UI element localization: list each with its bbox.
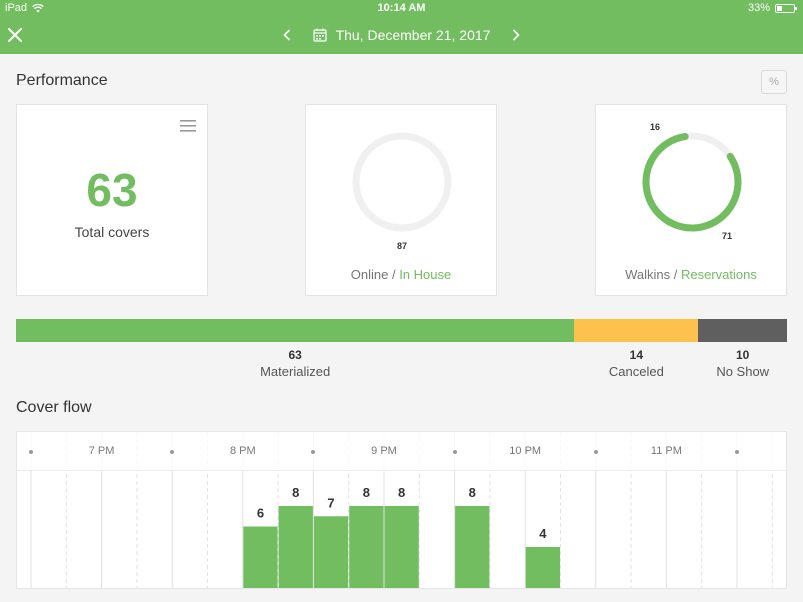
online-label: Online — [350, 267, 389, 282]
cover-bar-label: 7 — [327, 495, 334, 510]
materialized-label: Materialized — [260, 364, 331, 379]
hour-label: 8 PM — [221, 445, 264, 457]
materialized-segment — [16, 319, 575, 342]
cover-flow-chart: 7 PM 8 PM 9 PM 10 PM 11 PM 6 8 7 8 8 8 4 — [16, 431, 787, 589]
total-covers-value: 63 — [86, 164, 138, 216]
performance-title: Performance — [16, 72, 108, 89]
time-axis: 7 PM 8 PM 9 PM 10 PM 11 PM — [17, 432, 786, 471]
cover-bar[interactable] — [349, 506, 384, 588]
axis-dot — [29, 450, 33, 454]
menu-icon[interactable] — [180, 119, 196, 133]
app-header: iPad 10:14 AM 33% Thu, December 21, 2017 — [0, 0, 803, 54]
hour-label: 9 PM — [363, 445, 405, 457]
inhouse-value: 87 — [396, 241, 407, 251]
cover-bar[interactable] — [243, 526, 278, 589]
walkins-value: 16 — [650, 122, 661, 132]
battery-percent: 33% — [747, 2, 770, 14]
axis-dot — [311, 450, 316, 454]
no-show-count: 10 — [736, 348, 750, 362]
axis-dot — [452, 450, 457, 454]
no-show-segment — [698, 319, 787, 342]
online-inhouse-card: 87 Online / In House — [305, 104, 497, 296]
axis-dot — [593, 450, 598, 454]
total-covers-card: 63 Total covers — [16, 104, 208, 296]
cover-bar-label: 8 — [363, 485, 370, 500]
date-navigator: Thu, December 21, 2017 — [0, 24, 803, 46]
cover-bar-label: 6 — [257, 506, 264, 521]
reservations-value: 71 — [722, 231, 733, 241]
chevron-left-icon — [282, 29, 290, 41]
current-date: Thu, December 21, 2017 — [335, 27, 491, 43]
date-picker[interactable]: Thu, December 21, 2017 — [312, 27, 491, 43]
hour-label: 10 PM — [501, 445, 550, 457]
cover-bar[interactable] — [525, 547, 560, 588]
walkins-reservations-legend: Walkins / Reservations — [596, 267, 786, 282]
cover-bar[interactable] — [313, 516, 349, 588]
cover-flow-title: Cover flow — [16, 399, 92, 416]
no-show-label: No Show — [716, 364, 770, 379]
hour-label: 7 PM — [80, 445, 123, 457]
cover-bar[interactable] — [455, 506, 490, 588]
hour-label: 11 PM — [642, 445, 690, 457]
cover-bar-label: 8 — [469, 485, 476, 500]
calendar-icon — [312, 28, 327, 42]
cover-bar-label: 8 — [292, 485, 299, 500]
materialized-stat: 63 Materialized — [260, 348, 330, 379]
inhouse-label: In House — [399, 267, 452, 282]
cover-bar[interactable] — [278, 506, 313, 588]
walkins-reservations-card: 16 71 Walkins / Reservations — [595, 104, 787, 296]
canceled-count: 14 — [629, 348, 644, 362]
device-status-bar: iPad 10:14 AM 33% — [0, 0, 803, 16]
legend-separator: / — [670, 267, 681, 282]
walkins-label: Walkins — [625, 267, 671, 282]
battery-icon — [775, 3, 797, 13]
axis-dot — [735, 450, 739, 454]
online-inhouse-legend: Online / In House — [306, 267, 496, 282]
cover-bar-label: 4 — [539, 526, 547, 541]
status-time: 10:14 AM — [377, 2, 426, 14]
legend-separator: / — [388, 267, 400, 282]
chevron-right-icon — [513, 29, 521, 41]
percent-toggle-button[interactable]: % — [761, 70, 787, 94]
canceled-segment — [574, 319, 699, 342]
axis-dot — [170, 450, 175, 454]
total-covers-label: Total covers — [74, 224, 150, 240]
next-day-button[interactable] — [504, 24, 528, 46]
cover-bar-label: 8 — [398, 485, 405, 500]
previous-day-button[interactable] — [275, 24, 299, 46]
status-breakdown-bar — [16, 319, 787, 342]
no-show-stat: 10 No Show — [716, 348, 769, 379]
cover-bar[interactable] — [384, 506, 419, 588]
materialized-count: 63 — [288, 348, 302, 362]
canceled-stat: 14 Canceled — [609, 348, 664, 379]
canceled-label: Canceled — [608, 364, 664, 379]
reservations-label: Reservations — [681, 267, 757, 282]
